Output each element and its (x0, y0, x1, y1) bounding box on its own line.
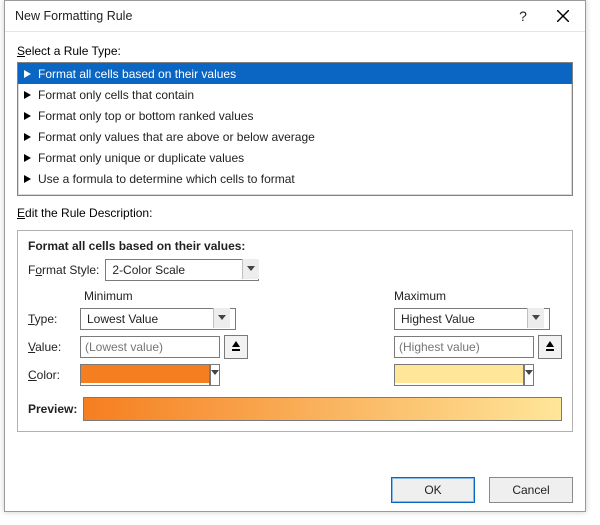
max-color-select[interactable] (394, 364, 534, 386)
rule-type-text: Format all cells based on their values (38, 67, 236, 81)
min-type-select[interactable]: Lowest Value (80, 308, 230, 330)
chevron-down-icon (213, 308, 230, 328)
pointer-icon (24, 91, 32, 99)
dialog-title: New Formatting Rule (15, 9, 503, 23)
format-style-select[interactable]: 2-Color Scale (105, 259, 259, 281)
rule-type-item[interactable]: Use a formula to determine which cells t… (18, 168, 572, 189)
minimum-label: Minimum (84, 289, 248, 303)
rule-type-text: Format only values that are above or bel… (38, 130, 315, 144)
rule-type-item[interactable]: Format only cells that contain (18, 84, 572, 105)
select-rule-type-label: Select a Rule Type: (17, 44, 573, 58)
min-type-value: Lowest Value (87, 312, 158, 326)
color-label: Color: (28, 368, 80, 382)
dialog-footer: OK Cancel (5, 467, 585, 511)
rule-type-item[interactable]: Format only unique or duplicate values (18, 147, 572, 168)
rule-type-text: Use a formula to determine which cells t… (38, 172, 295, 186)
min-value-input[interactable] (80, 336, 220, 358)
value-label: Value: (28, 340, 80, 354)
rule-type-item[interactable]: Format only values that are above or bel… (18, 126, 572, 147)
max-value-input[interactable] (394, 336, 534, 358)
type-label: Type: (28, 312, 80, 326)
pointer-icon (24, 175, 32, 183)
max-value-picker[interactable] (538, 335, 562, 359)
rule-type-text: Format only cells that contain (38, 88, 194, 102)
min-color-select[interactable] (80, 364, 220, 386)
rule-type-item[interactable]: Format only top or bottom ranked values (18, 105, 572, 126)
pointer-icon (24, 70, 32, 78)
edit-rule-description-label: Edit the Rule Description: (17, 206, 573, 220)
rule-type-text: Format only top or bottom ranked values (38, 109, 253, 123)
help-button[interactable]: ? (503, 2, 543, 30)
rule-description-group: Format all cells based on their values: … (17, 230, 573, 432)
pointer-icon (24, 154, 32, 162)
pointer-icon (24, 112, 32, 120)
chevron-down-icon (242, 259, 259, 279)
collapse-dialog-icon (231, 341, 241, 353)
help-icon: ? (519, 8, 527, 24)
min-value-picker[interactable] (224, 335, 248, 359)
title-bar: New Formatting Rule ? (5, 1, 585, 32)
format-style-value: 2-Color Scale (112, 263, 185, 277)
chevron-down-icon (524, 364, 534, 386)
rule-type-item[interactable]: Format all cells based on their values (18, 63, 572, 84)
preview-label: Preview: (28, 402, 77, 416)
close-button[interactable] (543, 2, 583, 30)
cancel-button[interactable]: Cancel (489, 477, 573, 503)
format-style-label: Format Style: (28, 263, 99, 277)
new-formatting-rule-dialog: New Formatting Rule ? Select a Rule Type… (4, 0, 586, 512)
close-icon (557, 10, 569, 22)
chevron-down-icon (210, 364, 220, 386)
group-heading: Format all cells based on their values: (28, 239, 562, 253)
collapse-dialog-icon (545, 341, 555, 353)
pointer-icon (24, 133, 32, 141)
ok-button[interactable]: OK (391, 477, 475, 503)
rule-type-text: Format only unique or duplicate values (38, 151, 244, 165)
max-type-select[interactable]: Highest Value (394, 308, 544, 330)
preview-gradient (83, 397, 562, 421)
chevron-down-icon (527, 308, 544, 328)
rule-type-list[interactable]: Format all cells based on their values F… (17, 62, 573, 196)
maximum-label: Maximum (394, 289, 562, 303)
max-type-value: Highest Value (401, 312, 475, 326)
